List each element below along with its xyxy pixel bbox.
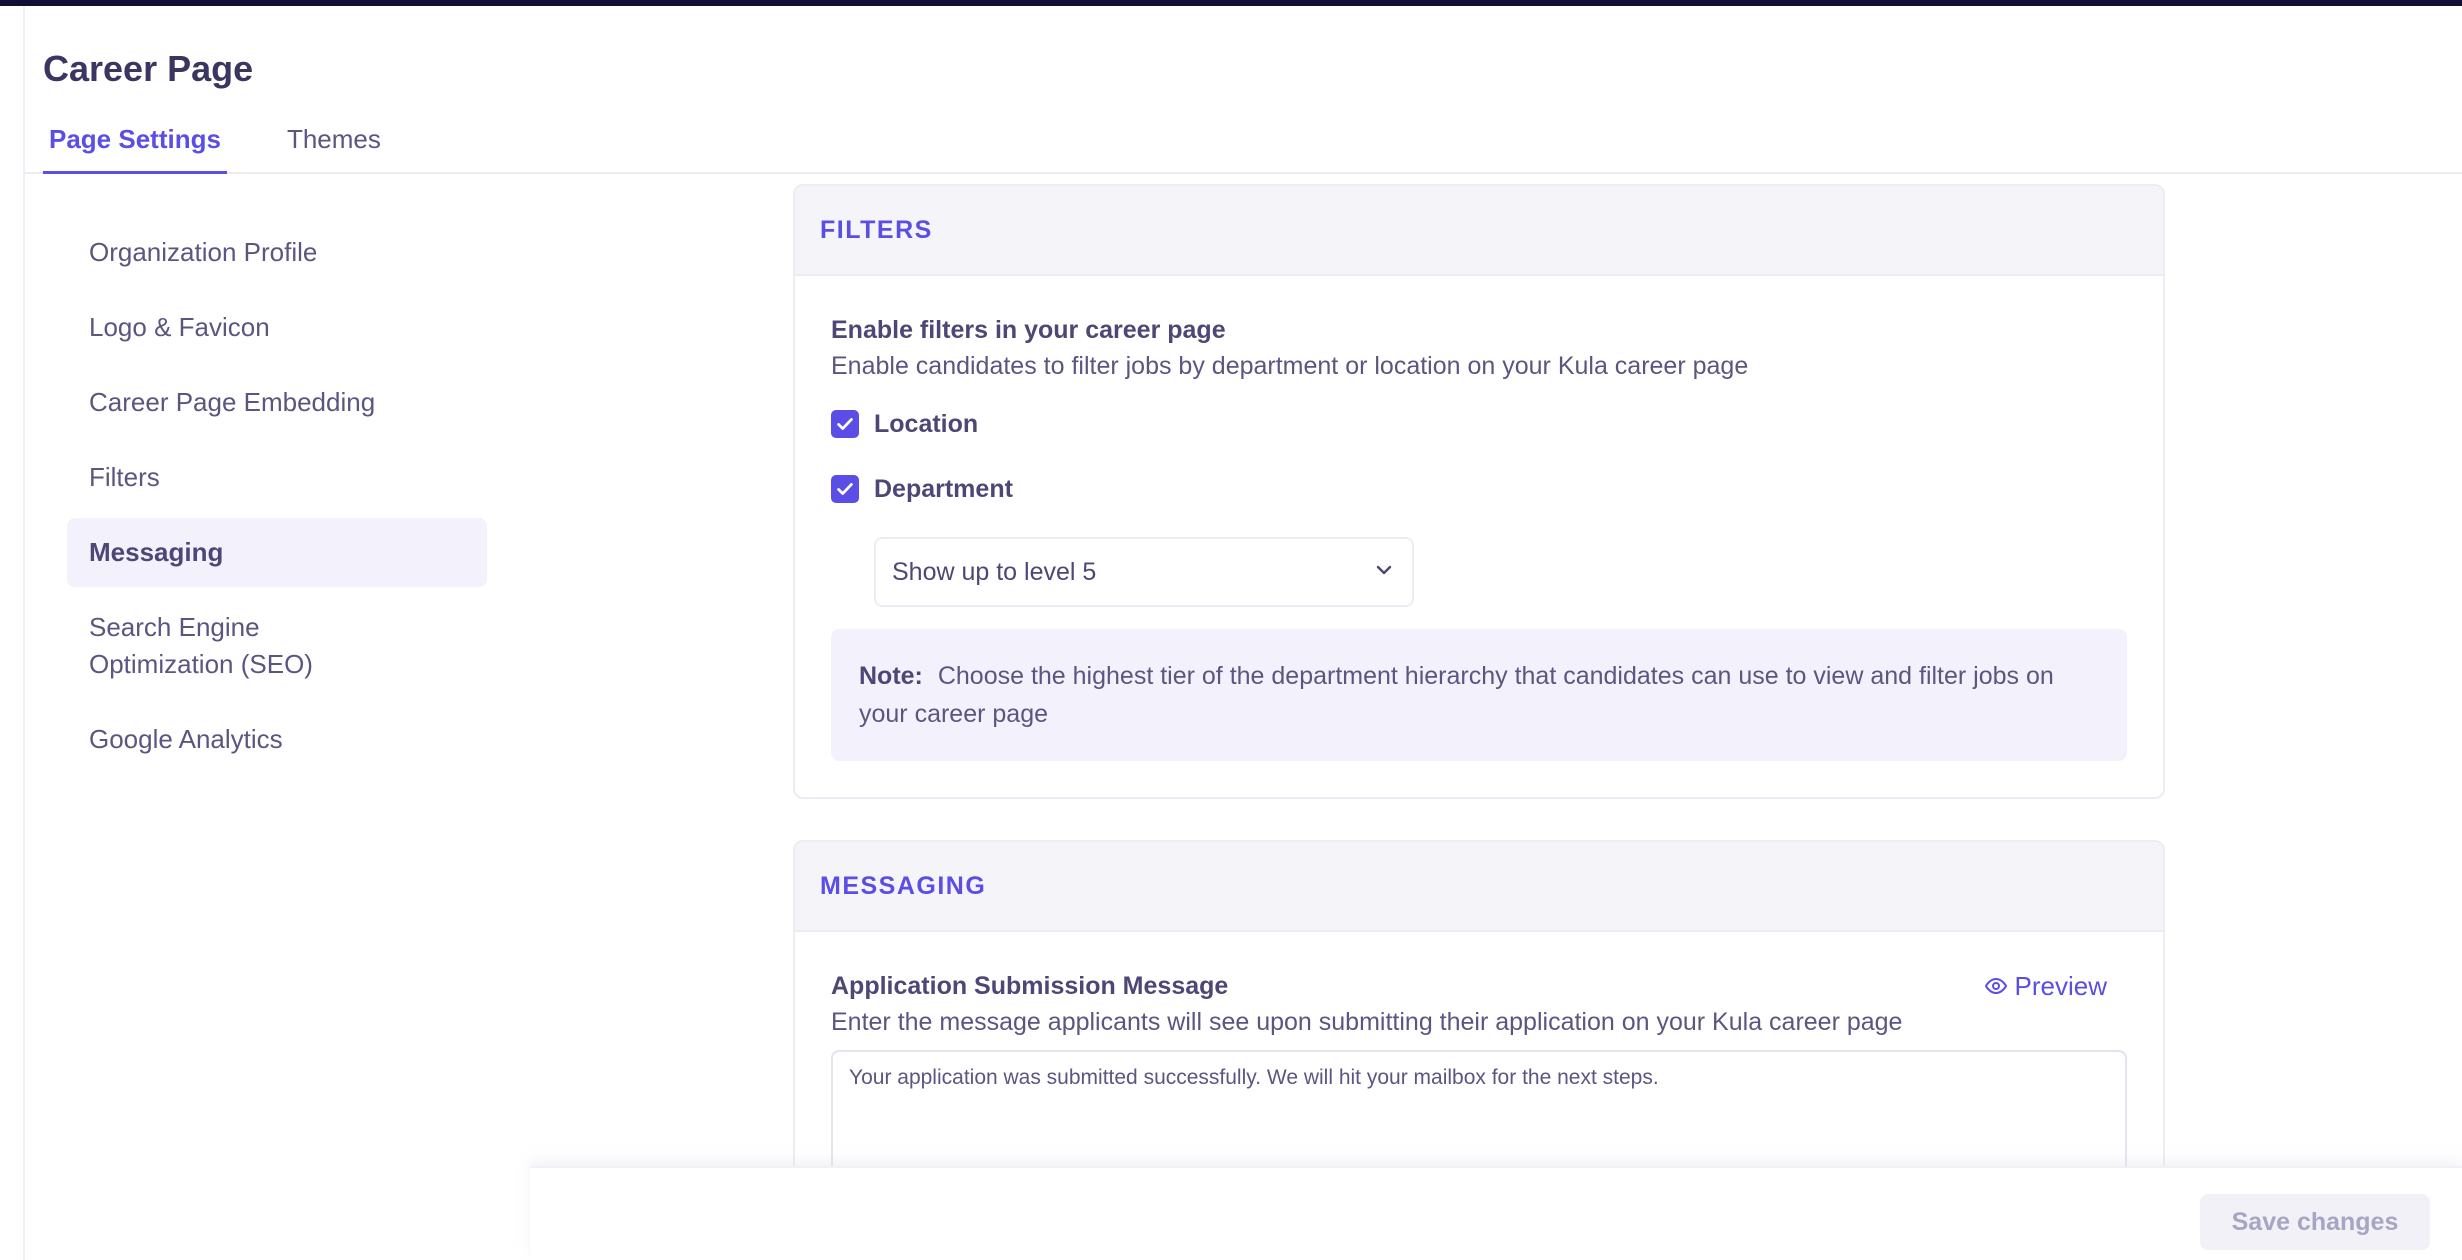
filters-field-description: Enable candidates to filter jobs by depa… [831,352,1749,380]
department-filter-option[interactable]: Department [831,471,2127,507]
messaging-card-header: MESSAGING [795,842,2163,932]
preview-label: Preview [2014,970,2107,1001]
sidebar-item-filters[interactable]: Filters [67,443,487,512]
note-label: Note: [859,662,923,690]
preview-button[interactable]: Preview [1984,971,2107,1002]
check-icon [837,483,853,495]
department-level-select[interactable]: Show up to level 5 [874,537,1414,607]
sidebar-item-career-page-embedding[interactable]: Career Page Embedding [67,368,487,437]
tab-bar: Page Settings Themes [43,114,441,174]
check-icon [837,418,853,430]
messaging-field-description: Enter the message applicants will see up… [831,1008,1903,1036]
messaging-section-title: MESSAGING [820,871,987,900]
save-footer: Save changes [530,1166,2462,1260]
eye-icon [1984,977,2007,995]
filters-card-body: Enable filters in your career page Enabl… [795,276,2163,795]
filters-section-title: FILTERS [820,215,933,244]
sidebar-item-organization-profile[interactable]: Organization Profile [67,218,487,287]
save-changes-button[interactable]: Save changes [2200,1194,2430,1250]
department-level-note: Note: Choose the highest tier of the dep… [831,629,2127,761]
note-text: Choose the highest tier of the departmen… [859,662,2054,728]
messaging-field-header: Application Submission Message Preview [831,968,2127,1004]
tab-page-settings[interactable]: Page Settings [43,114,227,174]
filters-card: FILTERS Enable filters in your career pa… [793,184,2165,799]
sidebar-item-logo-favicon[interactable]: Logo & Favicon [67,293,487,362]
location-label: Location [874,409,979,438]
department-checkbox[interactable] [831,475,859,503]
department-level-value: Show up to level 5 [892,557,1097,586]
location-filter-option[interactable]: Location [831,406,2127,442]
sidebar-item-messaging[interactable]: Messaging [67,518,487,587]
left-rail [0,6,25,1260]
page-header: Career Page Page Settings Themes [25,6,2462,174]
messaging-field-title: Application Submission Message [831,972,1229,1000]
sidebar-item-google-analytics[interactable]: Google Analytics [67,705,487,774]
department-label: Department [874,474,1013,503]
tab-themes[interactable]: Themes [281,114,387,174]
chevron-down-icon [1372,558,1396,587]
sidebar-item-seo[interactable]: Search Engine Optimization (SEO) [67,593,407,699]
settings-sidebar: Organization Profile Logo & Favicon Care… [67,218,487,780]
filters-card-header: FILTERS [795,186,2163,276]
location-checkbox[interactable] [831,410,859,438]
page-title: Career Page [43,48,254,89]
filters-field-title: Enable filters in your career page [831,316,1226,344]
